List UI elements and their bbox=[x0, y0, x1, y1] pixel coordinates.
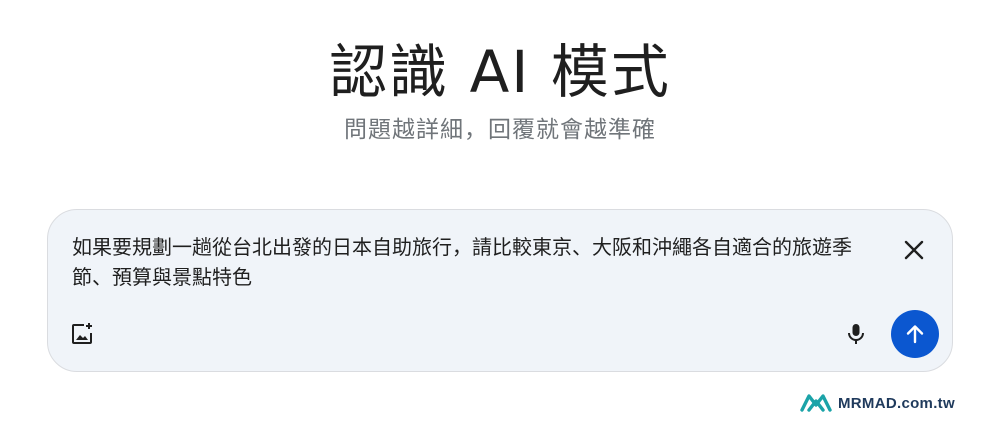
submit-button[interactable] bbox=[891, 310, 939, 358]
site-watermark: MRMAD.com.tw bbox=[800, 391, 955, 415]
ai-mode-search-box[interactable]: 如果要規劃一趟從台北出發的日本自助旅行，請比較東京、大阪和沖繩各自適合的旅遊季節… bbox=[47, 209, 953, 372]
microphone-icon bbox=[848, 324, 864, 344]
add-image-icon bbox=[72, 323, 92, 344]
arrow-up-icon bbox=[906, 325, 924, 344]
clear-query-button[interactable] bbox=[896, 232, 932, 268]
add-image-button[interactable] bbox=[64, 316, 100, 352]
page-subtitle: 問題越詳細，回覆就會越準確 bbox=[344, 117, 656, 143]
voice-input-button[interactable] bbox=[838, 316, 874, 352]
watermark-text: MRMAD.com.tw bbox=[838, 394, 955, 412]
page-title: 認識 AI 模式 bbox=[329, 38, 671, 106]
close-icon bbox=[904, 240, 924, 260]
search-query-text[interactable]: 如果要規劃一趟從台北出發的日本自助旅行，請比較東京、大阪和沖繩各自適合的旅遊季節… bbox=[72, 232, 852, 292]
mrmad-logo bbox=[800, 394, 832, 412]
